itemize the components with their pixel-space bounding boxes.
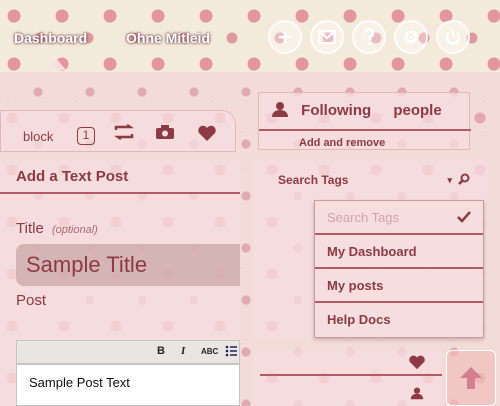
dropdown-item-my-dashboard[interactable]: My Dashboard [315,235,483,269]
following-panel: Following people Add and remove [258,92,471,150]
dropdown-item-label: Search Tags [327,210,400,225]
camera-icon[interactable] [155,124,175,145]
activity-panel [252,348,442,406]
editor-toolbar: B I ABC [16,340,240,364]
chevron-down-icon[interactable]: ▾ [447,166,452,194]
post-label: Post [16,292,47,309]
plus-icon[interactable] [268,20,302,54]
arrow-up-icon [460,367,482,389]
title-input[interactable]: Sample Title [16,244,240,286]
settings-icon[interactable] [394,20,428,54]
active-tab-caret [46,58,66,70]
search-icon[interactable] [458,166,470,194]
heart-icon[interactable] [408,354,426,375]
strikethrough-button[interactable]: ABC [201,347,218,356]
search-tags-field[interactable]: Search Tags ▾ [266,166,478,194]
checkmark-icon [457,201,471,235]
scroll-to-top-button[interactable] [446,350,496,406]
add-remove-link[interactable]: Add and remove [299,137,385,149]
divider [0,192,240,194]
mail-icon[interactable] [310,20,344,54]
dropdown-item-search-tags[interactable]: Search Tags [315,201,483,235]
search-tags-label: Search Tags [278,173,349,187]
divider [259,129,471,131]
editor-heading: Add a Text Post [16,168,129,185]
reblog-icon[interactable] [113,123,135,145]
search-dropdown-menu: Search Tags My Dashboard My posts Help D… [314,200,484,338]
post-body-input[interactable]: Sample Post Text [16,364,240,406]
title-label-text: Title [16,220,44,237]
italic-button[interactable]: I [181,345,185,357]
post-count-badge: 1 [77,127,95,145]
title-label: Title (optional) [16,220,98,237]
following-label: Following [301,102,372,119]
nav-dashboard-tab[interactable]: Dashboard [8,26,93,50]
following-row[interactable]: Following people [271,101,442,119]
power-icon[interactable] [436,20,470,54]
list-icon[interactable] [225,343,237,362]
following-people: people [393,102,442,119]
nav-blog-tab[interactable]: Ohne Mitleid [120,26,216,50]
dropdown-item-help-docs[interactable]: Help Docs [315,303,483,337]
bold-button[interactable]: B [157,345,165,357]
help-icon[interactable] [352,20,386,54]
heart-icon[interactable] [197,124,217,147]
post-type-bar: block 1 [0,110,236,152]
person-icon [272,102,288,117]
top-navigation-bar: Dashboard Ohne Mitleid [0,0,500,72]
post-type-label: block [23,129,54,144]
dropdown-item-my-posts[interactable]: My posts [315,269,483,303]
title-optional-hint: (optional) [51,224,98,236]
person-icon[interactable] [410,386,424,405]
